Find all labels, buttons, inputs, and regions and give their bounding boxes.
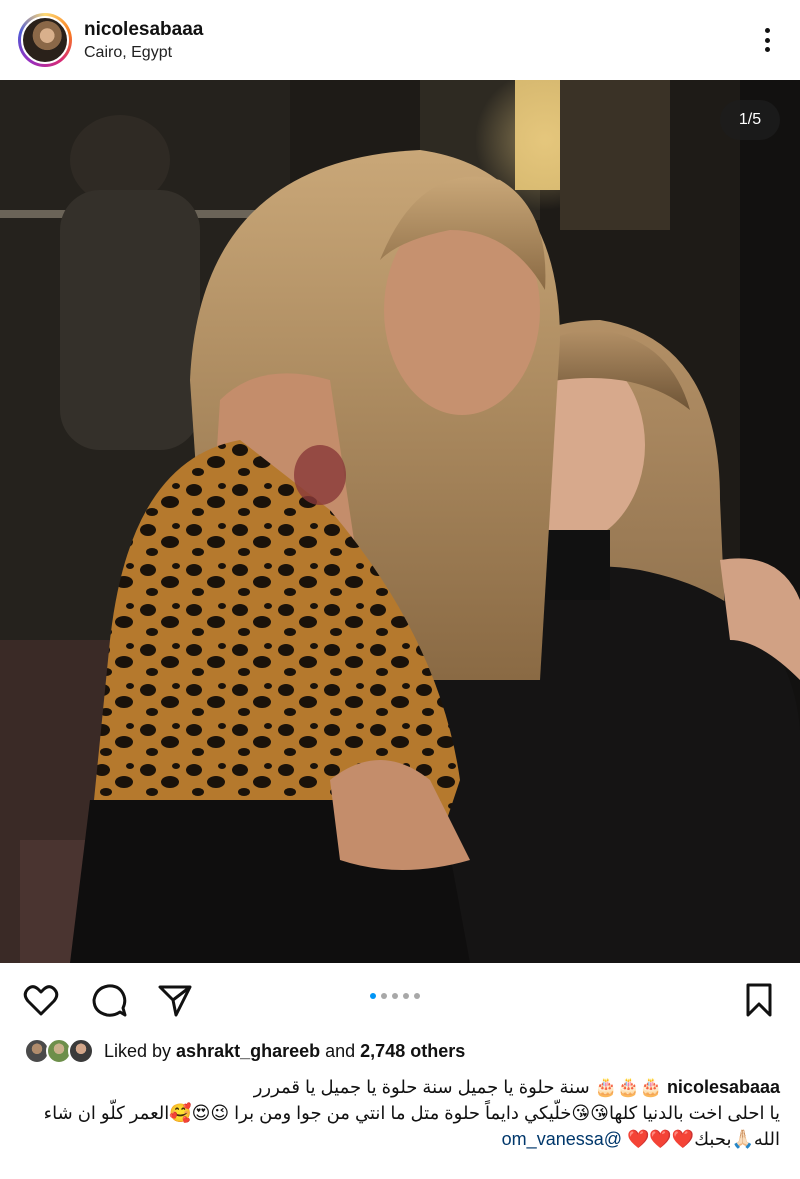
- carousel-dot-2: [381, 993, 387, 999]
- carousel-dot-1: [370, 993, 376, 999]
- liked-user[interactable]: ashrakt_ghareeb: [176, 1041, 320, 1061]
- carousel-dots: [370, 993, 420, 999]
- caption-mention[interactable]: @om_vanessa: [502, 1129, 622, 1149]
- caption-line-2: يا احلى اخت بالدنيا كلها😘😘خلّيكي دايماً …: [20, 1100, 780, 1152]
- caption-username[interactable]: nicolesabaaa: [667, 1077, 780, 1097]
- carousel-counter: 1/5: [720, 100, 780, 140]
- more-vertical-icon[interactable]: [752, 24, 782, 56]
- liked-others[interactable]: 2,748 others: [360, 1041, 465, 1061]
- send-icon[interactable]: [156, 981, 194, 1019]
- liked-by-text[interactable]: Liked by ashrakt_ghareeb and 2,748 other…: [104, 1041, 465, 1062]
- carousel-dot-5: [414, 993, 420, 999]
- username[interactable]: nicolesabaaa: [84, 19, 203, 41]
- liked-middle: and: [320, 1040, 361, 1061]
- avatar[interactable]: [21, 16, 69, 64]
- caption-text-2: يا احلى اخت بالدنيا كلها😘😘خلّيكي دايماً …: [43, 1103, 780, 1149]
- caption-line-1: nicolesabaaa 🎂🎂🎂 سنة حلوة يا جميل سنة حل…: [20, 1074, 780, 1100]
- post-header: nicolesabaaa Cairo, Egypt: [0, 0, 800, 80]
- comment-icon[interactable]: [90, 981, 128, 1019]
- liker-avatar: [68, 1038, 94, 1064]
- liked-by-row: Liked by ashrakt_ghareeb and 2,748 other…: [24, 1036, 784, 1066]
- liker-avatars[interactable]: [24, 1036, 104, 1066]
- bookmark-icon[interactable]: [740, 981, 778, 1019]
- heart-icon[interactable]: [22, 981, 60, 1019]
- liked-prefix: Liked by: [104, 1040, 177, 1061]
- caption-text-1: 🎂🎂🎂 سنة حلوة يا جميل سنة حلوة يا جميل يا…: [253, 1077, 662, 1097]
- post-caption: nicolesabaaa 🎂🎂🎂 سنة حلوة يا جميل سنة حل…: [20, 1074, 780, 1152]
- photo-illustration: [0, 80, 800, 963]
- carousel-dot-4: [403, 993, 409, 999]
- location[interactable]: Cairo, Egypt: [84, 44, 172, 62]
- post-photo[interactable]: [0, 80, 800, 963]
- carousel-dot-3: [392, 993, 398, 999]
